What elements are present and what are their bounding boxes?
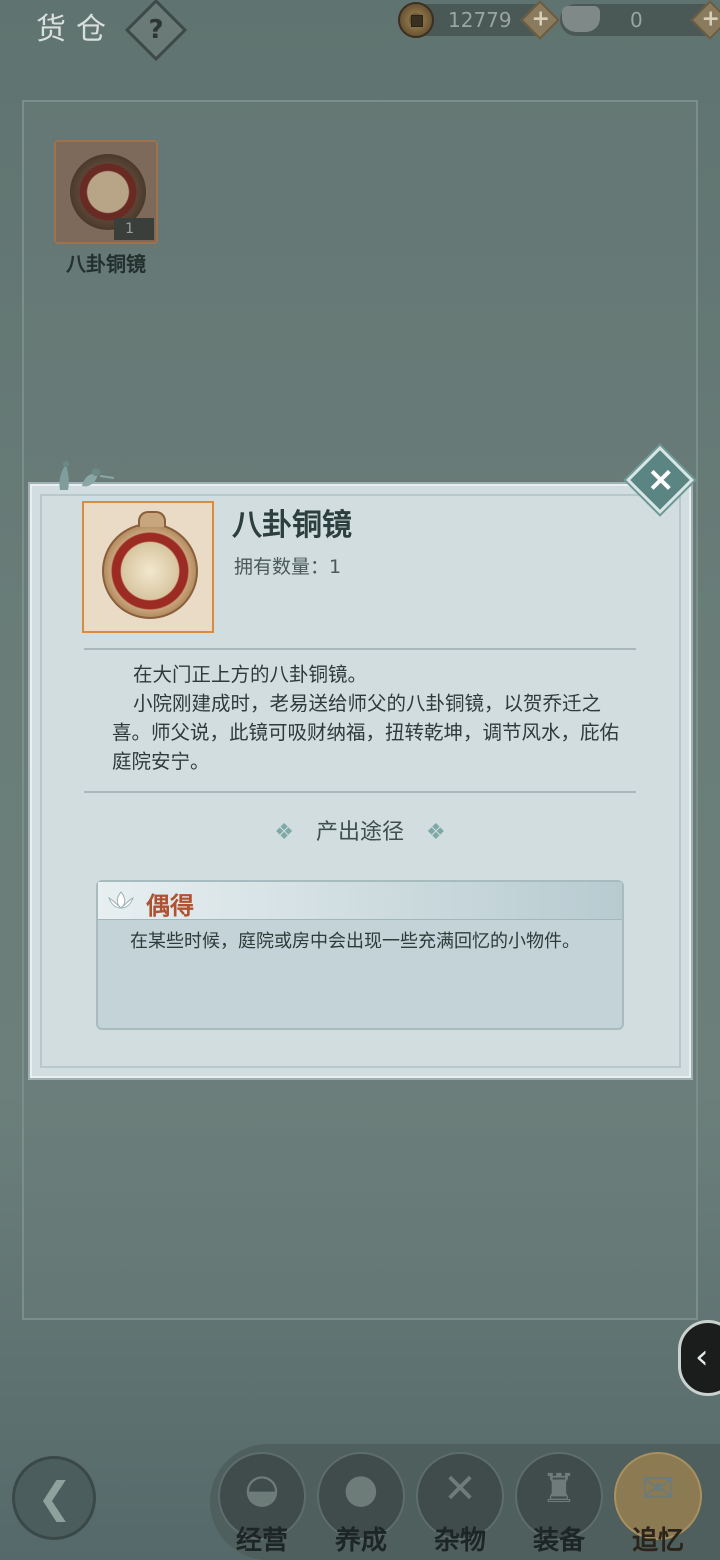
letter-icon: ✉	[641, 1466, 675, 1512]
back-arrow-icon: ❮	[37, 1473, 73, 1522]
nav-item-cultivate[interactable]: ● 养成	[317, 1452, 405, 1560]
divider	[84, 791, 636, 793]
item-description: 在大门正上方的八卦铜镜。 小院刚建成时，老易送给师父的八卦铜镜，以贺乔迁之喜。师…	[112, 660, 622, 776]
inventory-slot[interactable]: 1	[54, 140, 158, 244]
nav-item-sundries[interactable]: ✕ 杂物	[416, 1452, 504, 1560]
divider	[84, 648, 636, 650]
source-description: 在某些时候，庭院或房中会出现一些充满回忆的小物件。	[130, 931, 580, 952]
coin-value: 12779	[448, 8, 512, 32]
nav-label: 追忆	[631, 1526, 684, 1556]
nav-item-memories[interactable]: ✉ 追忆	[614, 1452, 702, 1560]
description-line: 小院刚建成时，老易送给师父的八卦铜镜，以贺乔迁之喜。师父说，此镜可吸财纳福，扭转…	[112, 692, 620, 773]
source-card: 偶得 在某些时候，庭院或房中会出现一些充满回忆的小物件。	[96, 880, 624, 1030]
source-card-header: 偶得	[98, 882, 622, 920]
coin-counter: 12779 +	[398, 0, 560, 40]
question-icon: ?	[148, 15, 164, 45]
nav-label: 杂物	[433, 1526, 486, 1556]
ingot-counter: 0 +	[560, 0, 720, 40]
birds-icon	[59, 461, 115, 490]
bottom-nav: ❮ ◒ 经营 ● 养成 ✕ 杂物 ♜ 装备 ✉ 追忆	[0, 1430, 720, 1560]
ingot-value: 0	[630, 8, 643, 32]
item-title: 八卦铜镜	[232, 508, 352, 543]
add-ingots-button[interactable]: +	[690, 0, 720, 40]
description-line: 在大门正上方的八卦铜镜。	[133, 663, 368, 686]
back-button[interactable]: ❮	[12, 1456, 96, 1540]
bundle-icon: ✕	[443, 1466, 477, 1512]
nav-label: 经营	[235, 1526, 288, 1556]
source-name: 偶得	[146, 892, 194, 920]
top-bar: 货仓 ? 12779 + 0 +	[0, 0, 720, 62]
owned-count: 拥有数量：1	[234, 556, 342, 578]
ornament-icon: ❖	[274, 820, 294, 845]
plus-icon: +	[701, 6, 720, 32]
close-icon: ×	[646, 459, 675, 500]
item-count: 1	[114, 218, 154, 240]
side-expand-button[interactable]: ‹	[678, 1320, 720, 1396]
chevron-left-icon: ‹	[695, 1337, 709, 1377]
item-image-frame	[82, 501, 214, 633]
nav-label: 养成	[334, 1526, 387, 1556]
plus-icon: +	[531, 6, 550, 32]
lotus-icon	[108, 891, 134, 909]
silver-ingot-icon	[562, 6, 600, 32]
bowl-icon: ◒	[244, 1466, 280, 1512]
source-title-text: 产出途径	[315, 820, 404, 845]
pearl-icon: ●	[343, 1466, 379, 1512]
page-title: 货仓	[36, 12, 116, 47]
ornament-icon: ❖	[426, 820, 446, 845]
source-section-title: ❖ 产出途径 ❖	[0, 814, 720, 846]
add-coins-button[interactable]: +	[520, 0, 560, 40]
bagua-mirror-icon	[102, 511, 198, 619]
nav-label: 装备	[532, 1526, 585, 1556]
copper-coin-icon	[398, 2, 434, 38]
robe-icon: ♜	[541, 1466, 577, 1512]
inventory-item-name: 八卦铜镜	[66, 252, 146, 276]
nav-item-business[interactable]: ◒ 经营	[218, 1452, 306, 1560]
nav-item-equipment[interactable]: ♜ 装备	[515, 1452, 603, 1560]
